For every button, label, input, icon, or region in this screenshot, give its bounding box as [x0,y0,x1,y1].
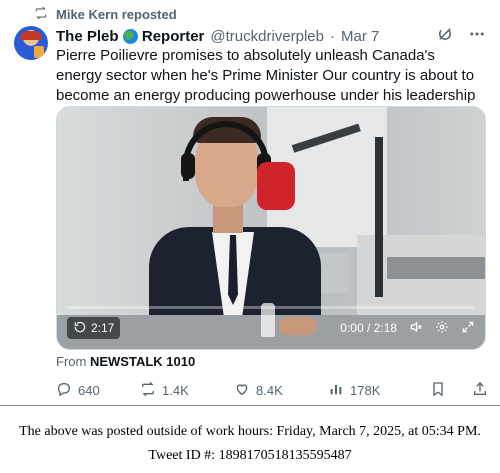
repost-label: Mike Kern reposted [56,7,177,22]
video-time: 0:00 / 2:18 [340,321,397,335]
video-controls: 0:00 / 2:18 [340,317,475,339]
replay-icon [73,320,87,337]
display-name[interactable]: The Pleb Reporter [56,28,204,45]
heart-icon [234,381,250,400]
tweet-text: Pierre Poilievre promises to absolutely … [56,47,476,104]
avatar[interactable] [14,26,48,60]
bookmark-button[interactable] [430,381,446,400]
repost-count: 1.4K [162,382,189,398]
badge-time: 2:17 [91,321,115,335]
settings-gear-icon[interactable] [435,320,449,337]
repost-indicator[interactable]: Mike Kern reposted [34,6,177,23]
mute-icon[interactable] [409,320,423,337]
divider [0,405,500,406]
action-bar: 640 1.4K 8.4K 178K [56,380,488,400]
microphone [257,162,295,210]
tweet-header: The Pleb Reporter @truckdriverpleb · Mar… [56,26,486,46]
replay-badge[interactable]: 2:17 [67,317,121,339]
share-button[interactable] [472,381,488,400]
video-progress-bar[interactable] [67,306,475,309]
user-handle[interactable]: @truckdriverpleb [210,28,324,45]
repost-icon [140,381,156,400]
repost-button[interactable]: 1.4K [140,381,234,400]
repost-icon [34,6,48,23]
like-count: 8.4K [256,382,283,398]
reply-button[interactable]: 640 [56,381,140,400]
share-icon [472,381,488,400]
globe-emoji-icon [122,29,138,45]
video-source[interactable]: From NEWSTALK 1010 [56,354,195,369]
footer-posted-time: The above was posted outside of work hou… [19,424,481,439]
bookmark-icon [430,381,446,400]
separator-dot: · [329,27,335,45]
footer-tweet-id: Tweet ID #: 1898170518135595487 [148,448,352,463]
views-button[interactable]: 178K [328,381,418,400]
video-player[interactable]: 2:17 0:00 / 2:18 [56,106,486,350]
footer-note: The above was posted outside of work hou… [0,420,500,468]
grok-icon[interactable] [436,25,454,47]
fullscreen-icon[interactable] [461,320,475,337]
reply-count: 640 [78,382,100,398]
views-count: 178K [350,382,381,398]
reply-icon [56,381,72,400]
tweet-date[interactable]: Mar 7 [341,28,379,45]
more-options-icon[interactable] [468,25,486,47]
like-button[interactable]: 8.4K [234,381,328,400]
views-chart-icon [328,381,344,400]
